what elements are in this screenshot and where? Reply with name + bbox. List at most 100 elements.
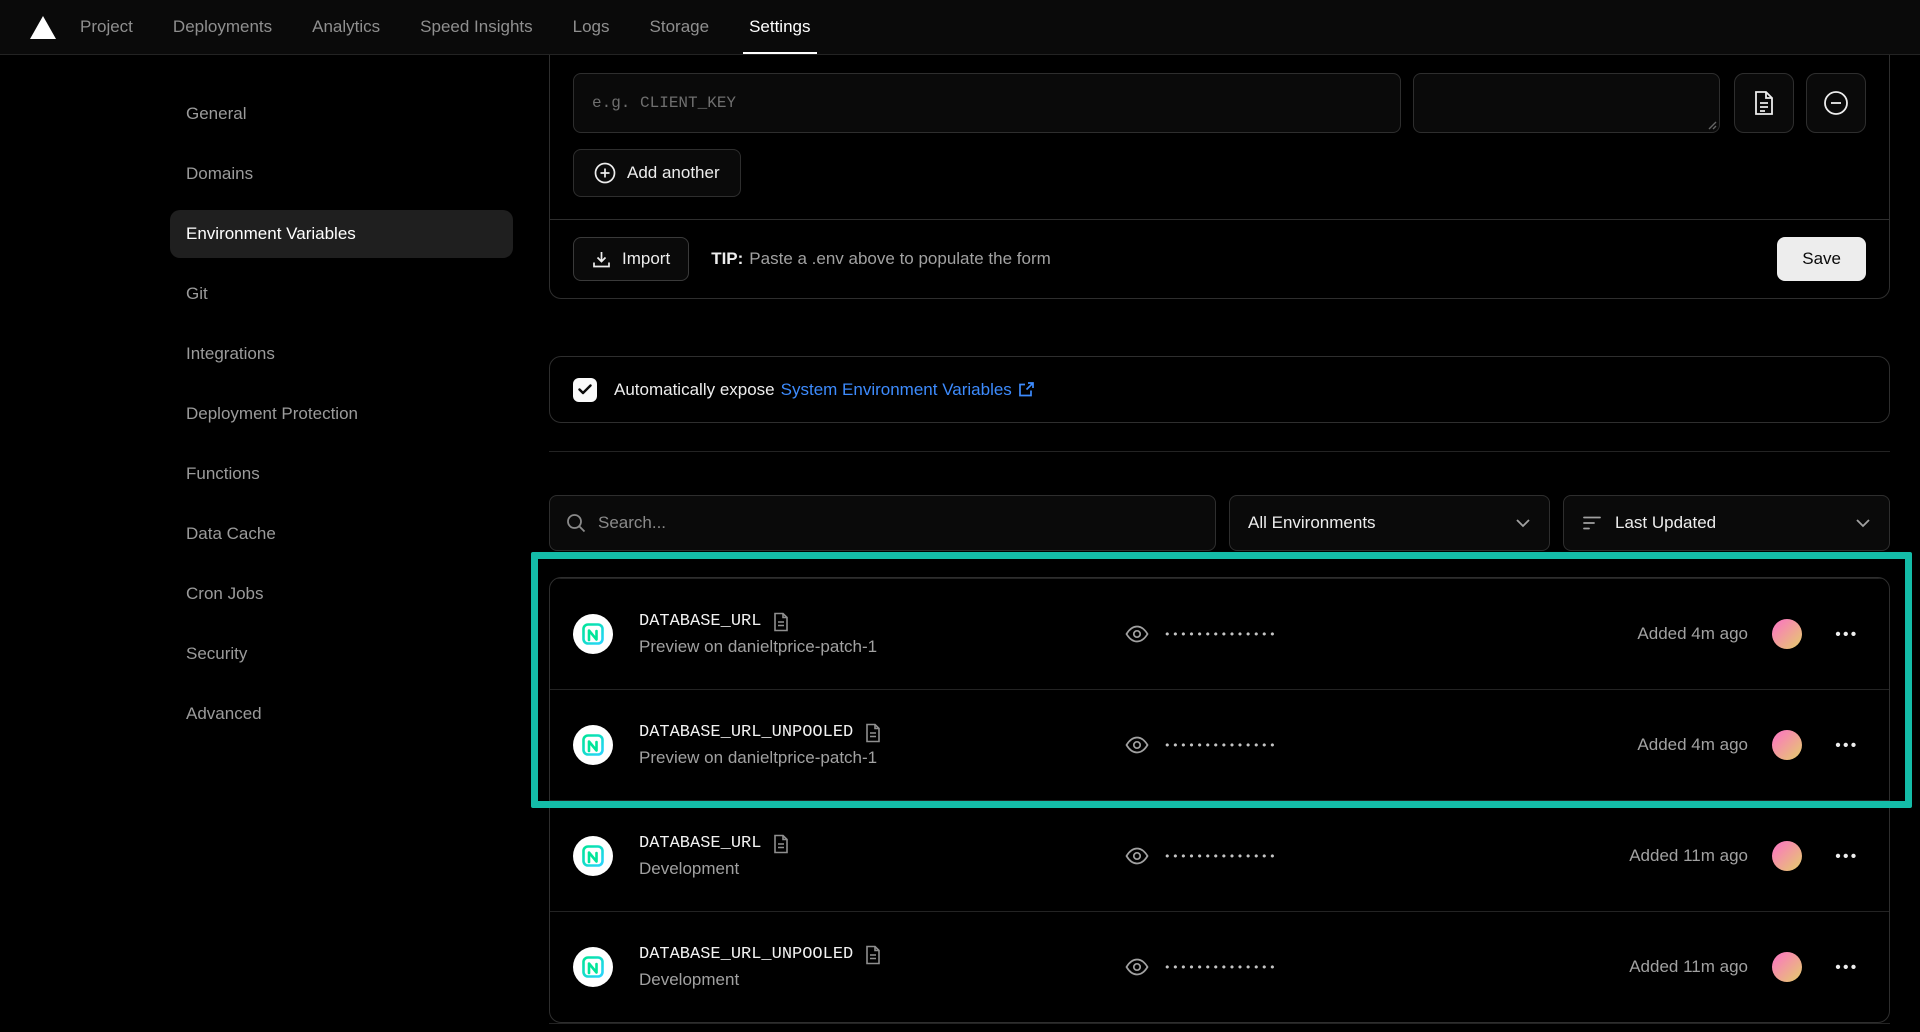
env-var-name: DATABASE_URL_UNPOOLED (639, 945, 853, 964)
env-key-input[interactable] (573, 73, 1401, 133)
env-value-input[interactable] (1413, 73, 1720, 133)
masked-value: •••••••••••••• (1164, 961, 1277, 974)
env-var-form-card: Add another Import TIP: Paste a .env abov… (549, 55, 1890, 299)
env-var-info: DATABASE_URL Preview on danieltprice-pat… (639, 612, 1125, 657)
chevron-down-icon (1855, 518, 1871, 528)
expose-checkbox[interactable] (573, 378, 597, 402)
sort-icon (1582, 515, 1602, 531)
import-button[interactable]: Import (573, 237, 689, 281)
sort-select[interactable]: Last Updated (1563, 495, 1890, 551)
env-var-value: •••••••••••••• (1125, 847, 1277, 865)
nav-tab[interactable]: Storage (630, 0, 730, 54)
form-footer: Import TIP: Paste a .env above to populat… (550, 219, 1889, 298)
nav-tab[interactable]: Speed Insights (400, 0, 552, 54)
neon-icon (573, 614, 613, 654)
env-var-info: DATABASE_URL_UNPOOLED Preview on danielt… (639, 723, 1125, 768)
main-content: Add another Import TIP: Paste a .env abov… (527, 55, 1920, 1032)
sidebar-item[interactable]: Data Cache (170, 510, 513, 558)
system-env-card: Automatically expose System Environment … (549, 356, 1890, 423)
avatar (1772, 730, 1802, 760)
added-timestamp: Added 11m ago (1629, 957, 1748, 977)
sort-value: Last Updated (1615, 513, 1716, 533)
system-env-link[interactable]: System Environment Variables (781, 380, 1035, 400)
row-ellipsis-menu[interactable]: ••• (1828, 959, 1866, 976)
sidebar-item[interactable]: Functions (170, 450, 513, 498)
env-var-meta: Added 4m ago ••• (1637, 730, 1866, 760)
file-icon (1752, 90, 1776, 116)
neon-icon (573, 725, 613, 765)
tip-prefix: TIP: (711, 249, 743, 268)
neon-icon (573, 947, 613, 987)
paste-file-button[interactable] (1734, 73, 1794, 133)
env-var-meta: Added 11m ago ••• (1629, 841, 1866, 871)
external-link-icon (1018, 381, 1035, 398)
tip-text: Paste a .env above to populate the form (749, 249, 1050, 268)
env-var-target: Preview on danieltprice-patch-1 (639, 748, 1125, 768)
environment-filter-select[interactable]: All Environments (1229, 495, 1550, 551)
env-var-value: •••••••••••••• (1125, 625, 1277, 643)
note-file-icon[interactable] (772, 834, 790, 854)
sidebar-item[interactable]: Environment Variables (170, 210, 513, 258)
eye-icon[interactable] (1125, 847, 1149, 865)
row-ellipsis-menu[interactable]: ••• (1828, 626, 1866, 643)
added-timestamp: Added 4m ago (1637, 735, 1748, 755)
nav-tab[interactable]: Analytics (292, 0, 400, 54)
checkmark-icon (578, 384, 592, 395)
sidebar-item[interactable]: Advanced (170, 690, 513, 738)
note-file-icon[interactable] (772, 612, 790, 632)
import-tip: TIP: Paste a .env above to populate the f… (711, 249, 1051, 269)
env-var-value: •••••••••••••• (1125, 736, 1277, 754)
vercel-logo-icon[interactable] (30, 0, 60, 54)
top-navbar: Project Deployments Analytics Speed Insi… (0, 0, 1920, 55)
added-timestamp: Added 4m ago (1637, 624, 1748, 644)
env-var-row: DATABASE_URL_UNPOOLED Development (550, 911, 1889, 1022)
row-ellipsis-menu[interactable]: ••• (1828, 848, 1866, 865)
navbar-tabs: Project Deployments Analytics Speed Insi… (60, 0, 831, 54)
avatar (1772, 841, 1802, 871)
section-divider (549, 451, 1890, 452)
nav-tab[interactable]: Settings (729, 0, 830, 54)
env-var-row: DATABASE_URL Development (550, 800, 1889, 911)
sidebar-item[interactable]: Git (170, 270, 513, 318)
sidebar-item[interactable]: Integrations (170, 330, 513, 378)
env-var-name: DATABASE_URL (639, 834, 761, 853)
sidebar-item[interactable]: Security (170, 630, 513, 678)
row-ellipsis-menu[interactable]: ••• (1828, 737, 1866, 754)
system-env-link-label: System Environment Variables (781, 380, 1012, 400)
search-box (549, 495, 1216, 551)
eye-icon[interactable] (1125, 958, 1149, 976)
nav-tab[interactable]: Logs (553, 0, 630, 54)
note-file-icon[interactable] (864, 723, 882, 743)
import-label: Import (622, 249, 670, 269)
avatar (1772, 619, 1802, 649)
avatar (1772, 952, 1802, 982)
sidebar-item[interactable]: Deployment Protection (170, 390, 513, 438)
import-icon (592, 250, 611, 269)
masked-value: •••••••••••••• (1164, 628, 1277, 641)
sidebar-item[interactable]: Cron Jobs (170, 570, 513, 618)
search-input[interactable] (549, 495, 1216, 551)
env-var-meta: Added 11m ago ••• (1629, 952, 1866, 982)
remove-row-button[interactable] (1806, 73, 1866, 133)
nav-tab[interactable]: Deployments (153, 0, 292, 54)
expose-label: Automatically expose (614, 380, 775, 400)
add-another-label: Add another (627, 163, 720, 183)
sidebar-item[interactable]: General (170, 90, 513, 138)
env-var-value: •••••••••••••• (1125, 958, 1277, 976)
added-timestamp: Added 11m ago (1629, 846, 1748, 866)
env-var-table: DATABASE_URL Preview on danieltprice-pat… (549, 577, 1890, 1023)
sidebar-item[interactable]: Domains (170, 150, 513, 198)
nav-tab[interactable]: Project (60, 0, 153, 54)
env-var-info: DATABASE_URL Development (639, 834, 1125, 879)
note-file-icon[interactable] (864, 945, 882, 965)
save-button[interactable]: Save (1777, 237, 1866, 281)
eye-icon[interactable] (1125, 736, 1149, 754)
env-var-row: DATABASE_URL Preview on danieltprice-pat… (550, 578, 1889, 689)
masked-value: •••••••••••••• (1164, 739, 1277, 752)
eye-icon[interactable] (1125, 625, 1149, 643)
env-var-target: Development (639, 859, 1125, 879)
remove-icon (1823, 90, 1849, 116)
env-value-field (1413, 73, 1720, 133)
add-another-button[interactable]: Add another (573, 149, 741, 197)
masked-value: •••••••••••••• (1164, 850, 1277, 863)
